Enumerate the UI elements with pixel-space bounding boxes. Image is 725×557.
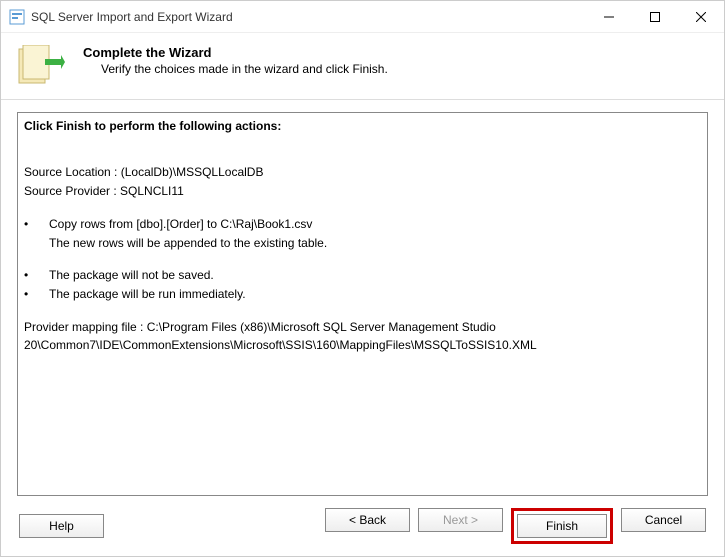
next-button: Next >	[418, 508, 503, 532]
action-save: • The package will not be saved.	[24, 266, 701, 284]
minimize-button[interactable]	[586, 1, 632, 32]
summary-heading: Click Finish to perform the following ac…	[24, 117, 701, 135]
wizard-header: Complete the Wizard Verify the choices m…	[1, 33, 724, 100]
close-icon	[696, 12, 706, 22]
action-run-text: The package will be run immediately.	[49, 285, 701, 303]
action-copy-note: The new rows will be appended to the exi…	[24, 234, 701, 252]
cancel-button[interactable]: Cancel	[621, 508, 706, 532]
header-text: Complete the Wizard Verify the choices m…	[83, 45, 388, 85]
action-copy-text: Copy rows from [dbo].[Order] to C:\Raj\B…	[49, 215, 701, 233]
source-provider: Source Provider : SQLNCLI11	[24, 182, 701, 200]
action-copy: • Copy rows from [dbo].[Order] to C:\Raj…	[24, 215, 701, 233]
mapping-file: Provider mapping file : C:\Program Files…	[24, 318, 701, 354]
wizard-icon	[17, 45, 65, 85]
content-area: Click Finish to perform the following ac…	[1, 100, 724, 496]
summary-panel: Click Finish to perform the following ac…	[17, 112, 708, 496]
wizard-window: SQL Server Import and Export Wizard Comp…	[0, 0, 725, 557]
bullet-icon: •	[24, 285, 49, 303]
button-bar: Help < Back Next > Finish Cancel	[1, 496, 724, 556]
finish-highlight: Finish	[511, 508, 613, 544]
bullet-icon: •	[24, 266, 49, 284]
page-subtitle: Verify the choices made in the wizard an…	[83, 62, 388, 76]
source-location: Source Location : (LocalDb)\MSSQLLocalDB	[24, 163, 701, 181]
help-button[interactable]: Help	[19, 514, 104, 538]
page-title: Complete the Wizard	[83, 45, 388, 60]
back-button[interactable]: < Back	[325, 508, 410, 532]
titlebar: SQL Server Import and Export Wizard	[1, 1, 724, 33]
window-title: SQL Server Import and Export Wizard	[31, 10, 586, 24]
nav-button-group: < Back Next > Finish Cancel	[325, 508, 706, 544]
finish-button[interactable]: Finish	[517, 514, 607, 538]
minimize-icon	[604, 12, 614, 22]
action-run: • The package will be run immediately.	[24, 285, 701, 303]
app-icon	[9, 9, 25, 25]
maximize-button[interactable]	[632, 1, 678, 32]
close-button[interactable]	[678, 1, 724, 32]
bullet-icon: •	[24, 215, 49, 233]
action-save-text: The package will not be saved.	[49, 266, 701, 284]
maximize-icon	[650, 12, 660, 22]
window-controls	[586, 1, 724, 32]
